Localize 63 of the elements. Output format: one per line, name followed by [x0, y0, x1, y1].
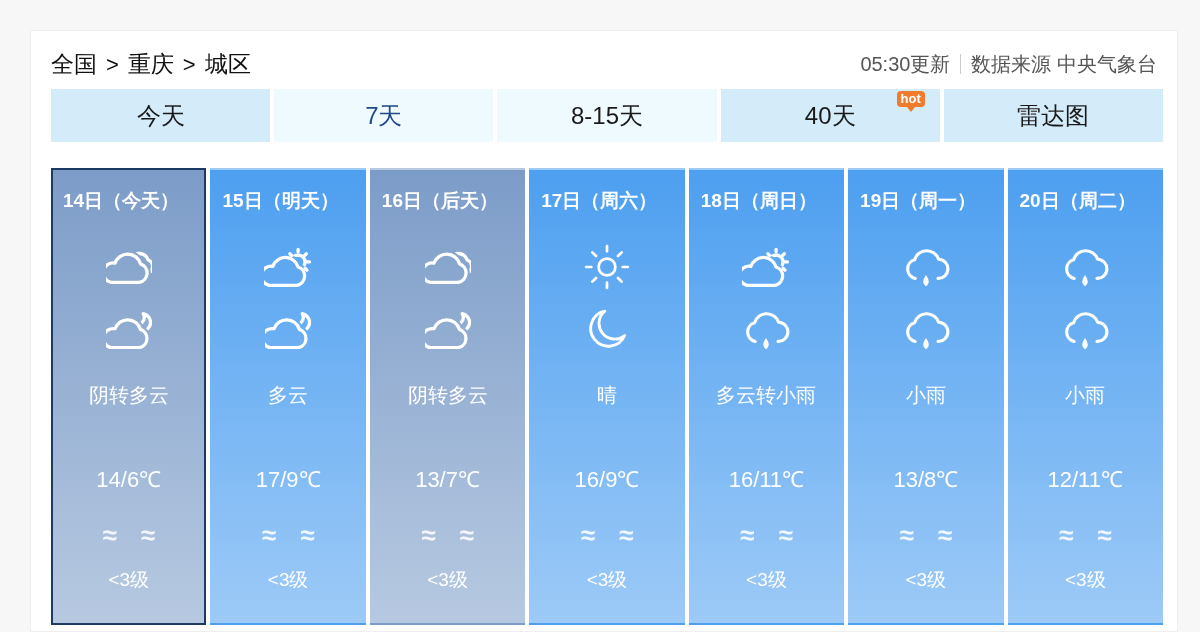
date-label: 20日（周二）: [1019, 189, 1136, 213]
sun-icon: [583, 244, 630, 290]
wind-symbol: ≈: [261, 521, 277, 549]
tab[interactable]: 8-15天: [497, 89, 717, 142]
date-label: 17日（周六）: [541, 189, 658, 213]
date-label: 14日（今天）: [63, 189, 180, 213]
breadcrumb-link[interactable]: 城区: [204, 46, 251, 82]
temperature-text: 13/8℃: [893, 466, 959, 494]
date-label: 15日（明天）: [222, 189, 339, 213]
cloud-sun-icon: [264, 247, 313, 287]
weather-text: 小雨: [905, 383, 946, 408]
temperature-text: 12/11℃: [1047, 466, 1123, 494]
wind-level-text: <3级: [586, 568, 628, 592]
clouds-icon: [105, 249, 152, 285]
wind-level-text: <3级: [108, 568, 150, 592]
weather-text: 晴: [596, 383, 617, 408]
breadcrumb-link[interactable]: 重庆: [127, 46, 174, 82]
wind-symbol: ≈: [140, 521, 155, 549]
wind-symbol: ≈: [778, 521, 793, 549]
tab[interactable]: 7天: [274, 89, 494, 142]
weather-text: 阴转多云: [407, 383, 488, 408]
temperature-text: 16/11℃: [728, 466, 805, 494]
temperature-text: 17/9℃: [255, 466, 321, 494]
data-source-text: 数据来源 中央气象台: [971, 52, 1157, 77]
update-time: 05:30更新: [860, 52, 951, 77]
moon-icon: [586, 309, 627, 351]
clouds-icon: [424, 249, 471, 285]
wind-level-text: <3级: [267, 568, 309, 592]
weather-text: 多云转小雨: [716, 383, 817, 408]
temperature-text: 16/9℃: [574, 466, 640, 494]
breadcrumb-separator: >: [182, 50, 196, 79]
wind-level-text: <3级: [1064, 568, 1106, 592]
date-label: 19日（周一）: [860, 189, 977, 213]
wind-level-text: <3级: [905, 568, 947, 592]
date-label: 16日（后天）: [381, 189, 498, 213]
temperature-text: 14/6℃: [96, 466, 162, 494]
tab[interactable]: 40天 hot: [720, 89, 940, 142]
wind-level-text: <3级: [746, 568, 787, 592]
temperature-text: 13/7℃: [415, 466, 480, 494]
cloud-moon-icon: [424, 311, 471, 349]
wind-symbol: ≈: [300, 521, 315, 549]
cloud-moon-icon: [105, 311, 152, 349]
wind-symbol: ≈: [740, 521, 755, 549]
weather-text: 阴转多云: [88, 383, 169, 408]
wind-symbol: ≈: [937, 521, 953, 549]
date-label: 18日（周日）: [700, 189, 817, 213]
breadcrumb-link[interactable]: 全国: [51, 46, 97, 82]
breadcrumb-separator: >: [106, 50, 119, 79]
tab[interactable]: 雷达图: [943, 89, 1163, 142]
wind-symbol: ≈: [1097, 521, 1112, 549]
wind-symbol: ≈: [899, 521, 914, 549]
weather-text: 小雨: [1065, 383, 1106, 408]
wind-symbol: ≈: [1058, 521, 1074, 549]
wind-symbol: ≈: [102, 521, 117, 549]
wind-symbol: ≈: [421, 521, 436, 549]
wind-symbol: ≈: [580, 521, 595, 549]
cloud-sun-icon: [742, 247, 791, 287]
wind-symbol: ≈: [459, 521, 474, 549]
wind-level-text: <3级: [427, 568, 468, 592]
weather-text: 多云: [268, 383, 309, 408]
cloud-moon-icon: [265, 311, 312, 349]
tab[interactable]: 今天: [51, 89, 271, 142]
wind-symbol: ≈: [618, 521, 634, 549]
